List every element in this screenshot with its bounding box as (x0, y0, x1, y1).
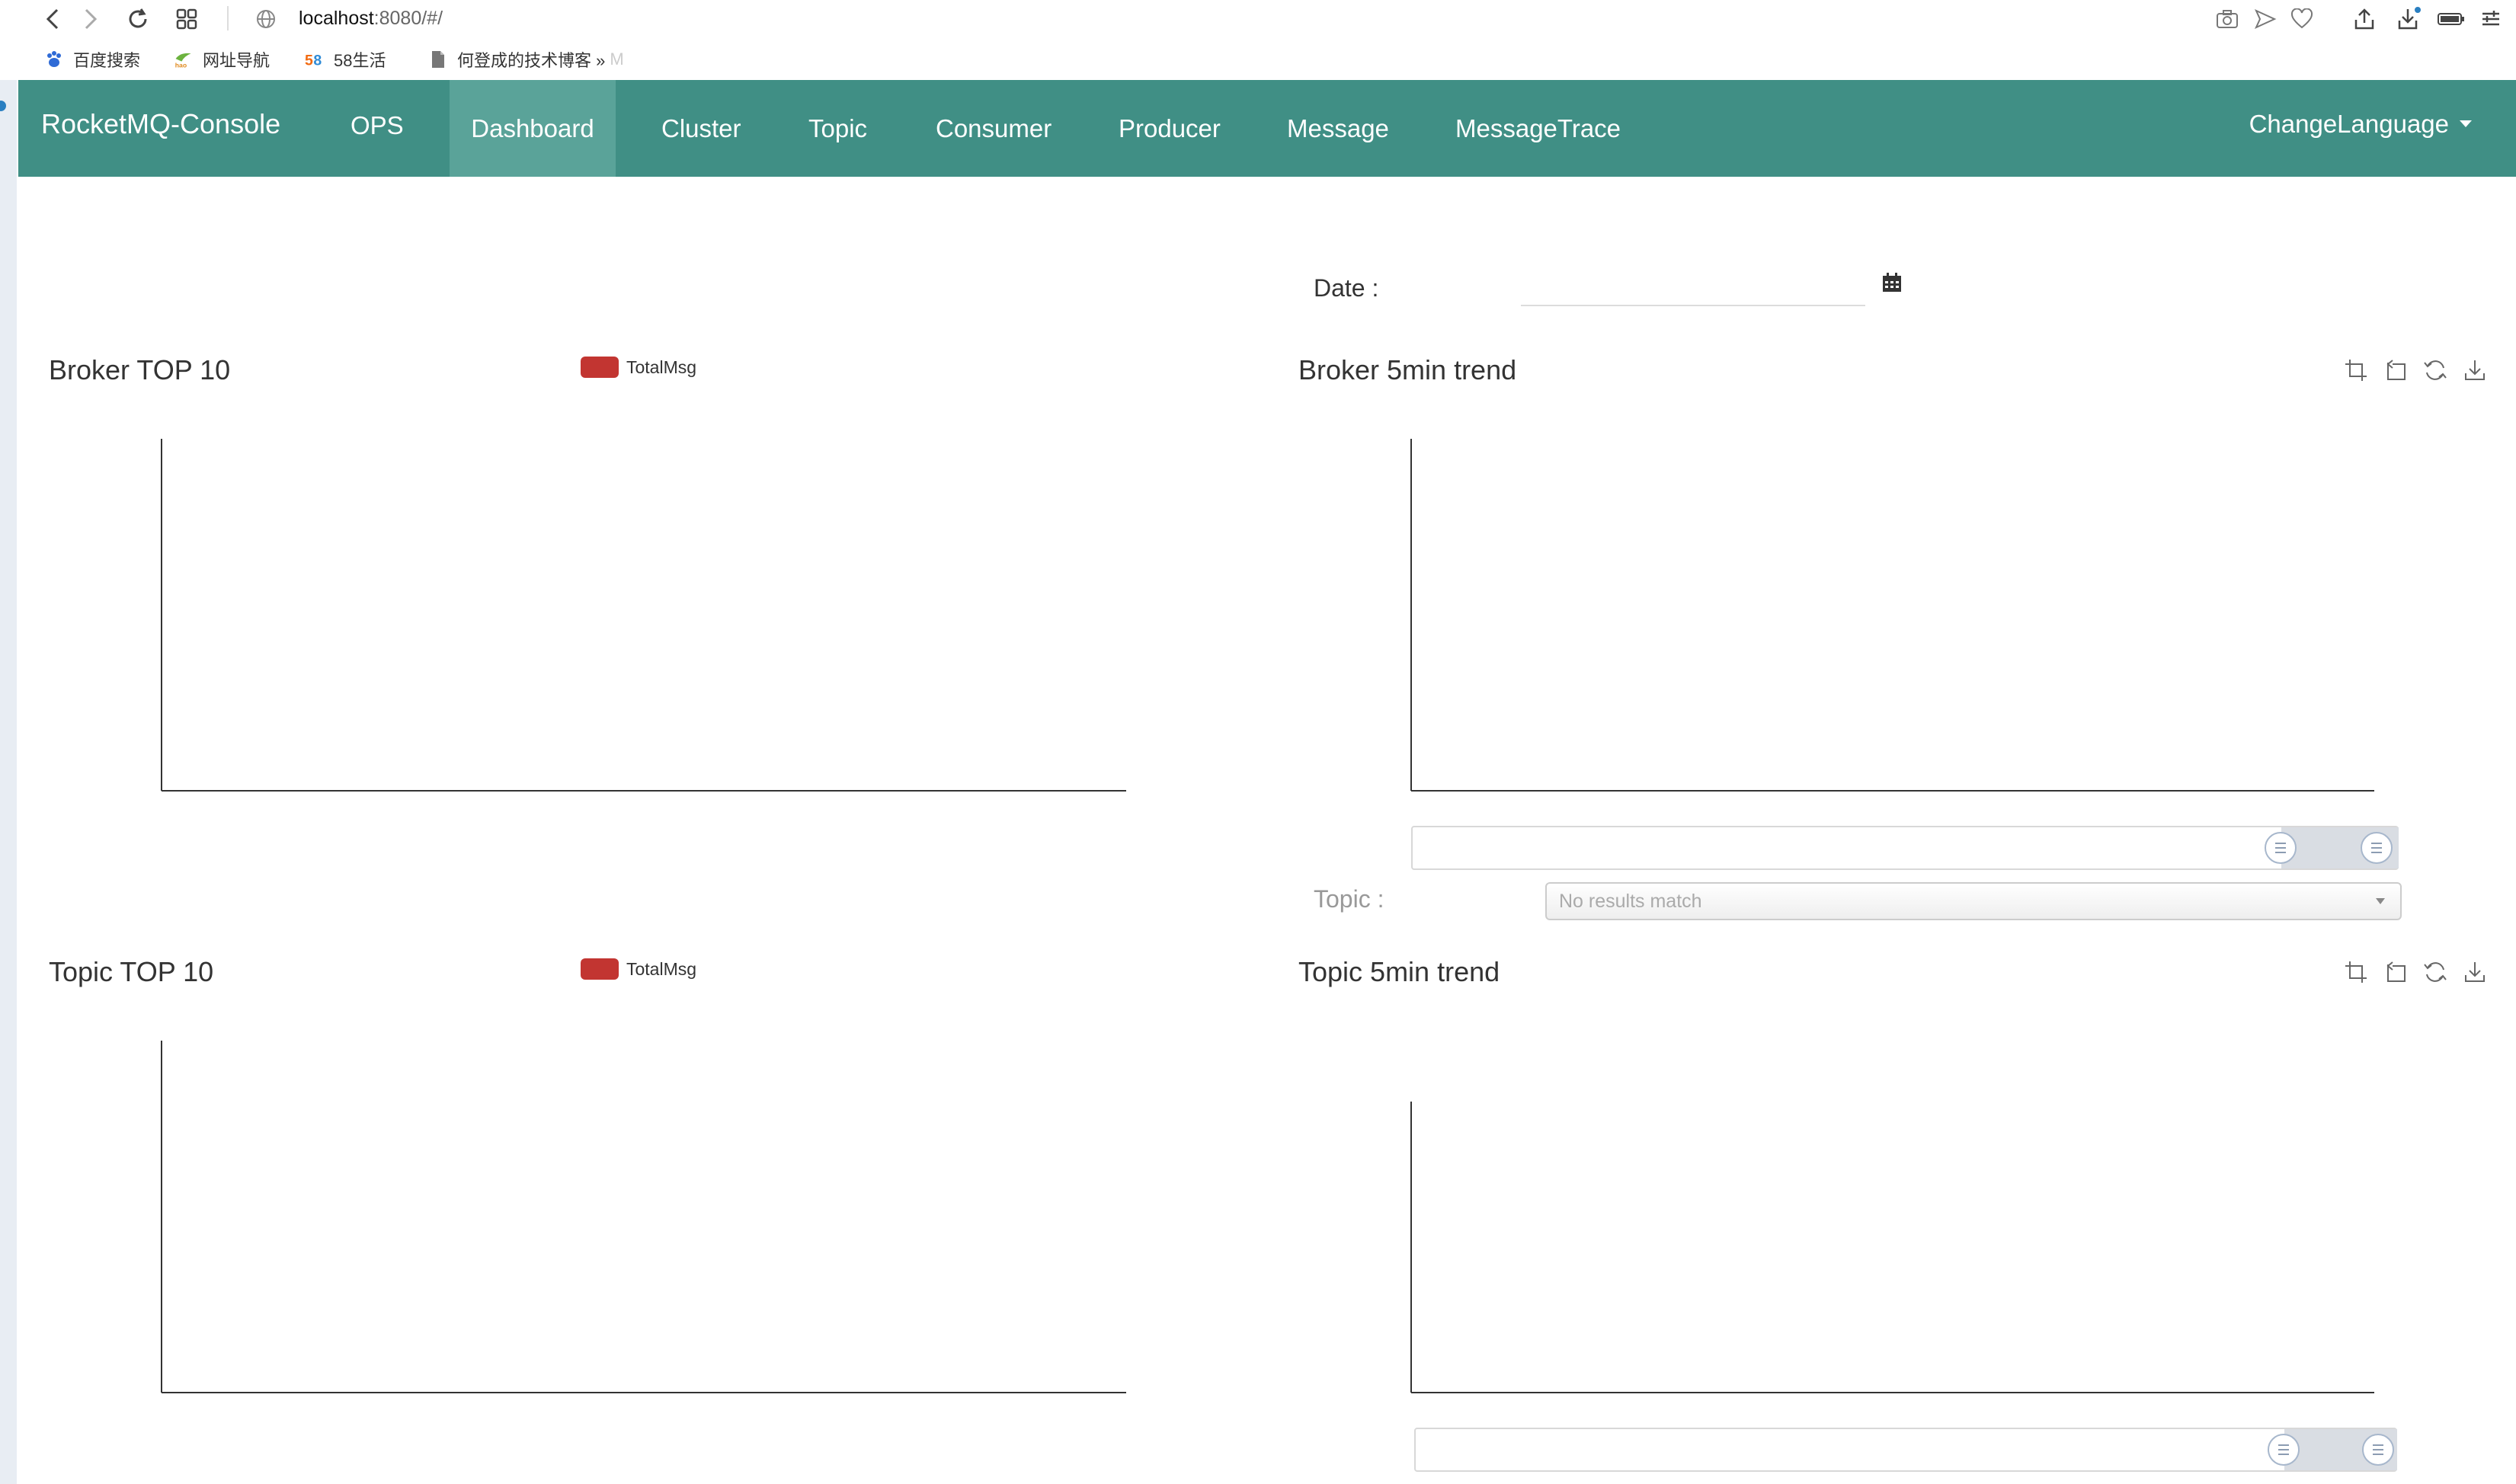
download-icon[interactable] (2394, 5, 2423, 34)
broker-trend-chart (1410, 439, 2374, 792)
paw-icon (44, 50, 64, 69)
menu-sliders-icon[interactable] (2476, 5, 2505, 34)
brand-logo[interactable]: RocketMQ-Console (41, 107, 280, 141)
svg-text:hao: hao (175, 61, 187, 69)
datazoom-right-handle[interactable] (2362, 1434, 2394, 1466)
legend-label: TotalMsg (626, 958, 697, 979)
save-image-icon[interactable] (2463, 960, 2487, 984)
battery-icon (2437, 5, 2466, 34)
heart-icon[interactable] (2287, 5, 2316, 34)
topic-trend-title: Topic 5min trend (1298, 956, 1500, 987)
back-icon[interactable] (38, 5, 67, 34)
broker-trend-toolbox (2344, 358, 2487, 382)
change-language-label: ChangeLanguage (2249, 110, 2449, 138)
zoom-area-icon[interactable] (2344, 960, 2368, 984)
address-bar[interactable]: localhost:8080/#/ (299, 6, 443, 30)
bookmark-label: 何登成的技术博客 » (457, 51, 606, 70)
topic-trend-toolbox (2344, 960, 2487, 984)
bookmark-overflow: M (610, 50, 624, 69)
topic-select-placeholder: No results match (1559, 890, 1702, 912)
nav-messagetrace-label: MessageTrace (1455, 114, 1621, 142)
date-label: Date : (1314, 274, 1379, 302)
nav-topic-label: Topic (808, 114, 868, 142)
legend-label: TotalMsg (626, 357, 697, 377)
nav-message[interactable]: Message (1287, 80, 1389, 177)
caret-down-icon (2460, 120, 2472, 127)
datazoom-left-handle[interactable] (2268, 1434, 2300, 1466)
zoom-reset-icon[interactable] (2383, 358, 2408, 382)
nav-dashboard-label: Dashboard (471, 114, 594, 142)
url-path: :8080/#/ (373, 8, 443, 29)
page-left-edge (0, 80, 17, 1484)
topic-top10-legend[interactable]: TotalMsg (581, 958, 696, 980)
svg-text:8: 8 (313, 52, 322, 69)
calendar-icon[interactable] (1881, 271, 1903, 294)
nav-ops-label: OPS (351, 110, 404, 139)
zoom-area-icon[interactable] (2344, 358, 2368, 382)
nav-producer-label: Producer (1119, 114, 1221, 142)
nav-consumer-label: Consumer (936, 114, 1052, 142)
share-icon[interactable] (2350, 5, 2379, 34)
broker-trend-datazoom[interactable] (1411, 826, 2399, 870)
nav-topic[interactable]: Topic (808, 80, 867, 177)
url-host: localhost (299, 8, 374, 29)
restore-icon[interactable] (2423, 960, 2447, 984)
broker-top10-chart (161, 439, 1126, 792)
grip-icon (2275, 843, 2286, 853)
forward-icon[interactable] (76, 5, 105, 34)
app-navbar: RocketMQ-Console OPS Dashboard Cluster T… (18, 80, 2516, 177)
bookmark-hao[interactable]: hao 网址导航 (174, 46, 270, 73)
nav-producer[interactable]: Producer (1119, 80, 1221, 177)
change-language-dropdown[interactable]: ChangeLanguage (2249, 107, 2472, 141)
broker-top10-legend[interactable]: TotalMsg (581, 357, 696, 378)
grip-icon (2373, 1444, 2383, 1455)
nav-cluster[interactable]: Cluster (661, 80, 741, 177)
broker-trend-title: Broker 5min trend (1298, 354, 1517, 385)
nav-message-label: Message (1287, 114, 1389, 142)
hao-icon: hao (174, 50, 194, 69)
nav-dashboard[interactable]: Dashboard (450, 80, 616, 177)
topic-trend-datazoom[interactable] (1414, 1428, 2397, 1472)
topic-select[interactable]: No results match (1545, 882, 2402, 920)
save-image-icon[interactable] (2463, 358, 2487, 382)
restore-icon[interactable] (2423, 358, 2447, 382)
nav-consumer[interactable]: Consumer (936, 80, 1052, 177)
apps-grid-icon[interactable] (172, 5, 201, 34)
browser-toolbar: localhost:8080/#/ (0, 0, 2516, 38)
58-icon: 58 (305, 50, 325, 69)
camera-icon[interactable] (2213, 5, 2242, 34)
toolbar-divider (227, 6, 229, 30)
nav-cluster-label: Cluster (661, 114, 741, 142)
bookmark-58[interactable]: 58 58生活 (305, 46, 386, 73)
chevron-down-icon (2376, 898, 2385, 904)
zoom-reset-icon[interactable] (2383, 960, 2408, 984)
bookmark-label: 网址导航 (203, 51, 270, 70)
bookmark-baidu[interactable]: 百度搜索 (44, 46, 140, 73)
topic-top10-chart (161, 1041, 1126, 1393)
reload-icon[interactable] (123, 5, 152, 34)
nav-ops[interactable]: OPS (351, 80, 404, 177)
bookmarks-bar: 百度搜索 hao 网址导航 58 58生活 何登成的技术博客 » M (0, 44, 2516, 76)
bookmark-label: 百度搜索 (73, 51, 141, 70)
topic-top10-title: Topic TOP 10 (49, 956, 214, 987)
datazoom-right-handle[interactable] (2361, 832, 2393, 864)
document-icon (428, 50, 448, 69)
date-input[interactable] (1521, 268, 1865, 306)
globe-icon (251, 5, 280, 34)
broker-top10-title: Broker TOP 10 (49, 354, 231, 385)
topic-select-label: Topic : (1314, 885, 1384, 913)
topic-trend-chart (1410, 1102, 2374, 1393)
grip-icon (2278, 1444, 2289, 1455)
bookmark-blog[interactable]: 何登成的技术博客 » M (428, 46, 624, 73)
nav-messagetrace[interactable]: MessageTrace (1455, 80, 1621, 177)
bookmark-label: 58生活 (334, 51, 386, 70)
grip-icon (2371, 843, 2382, 853)
legend-swatch (581, 357, 619, 378)
legend-swatch (581, 958, 619, 980)
datazoom-left-handle[interactable] (2265, 832, 2297, 864)
svg-text:5: 5 (305, 52, 313, 69)
send-icon[interactable] (2251, 5, 2280, 34)
